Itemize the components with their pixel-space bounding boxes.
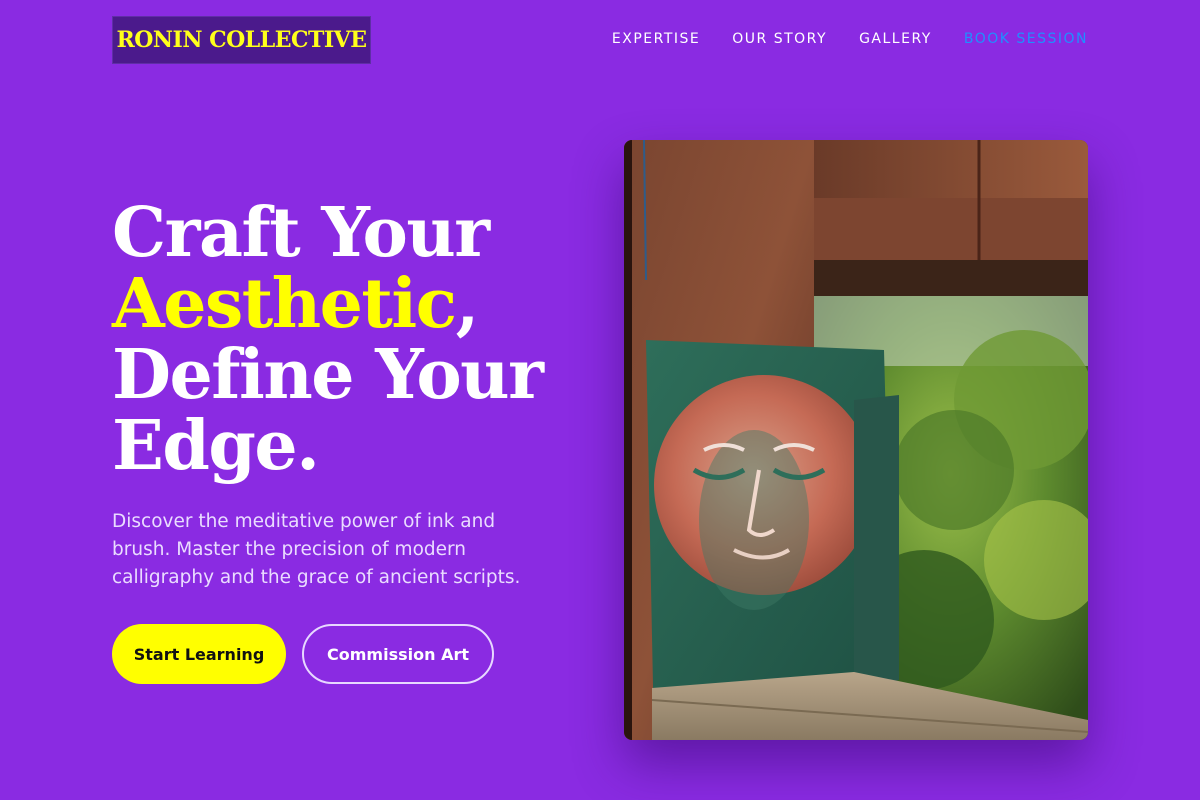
- headline-line-4: Edge.: [112, 406, 320, 486]
- hero-image: [624, 140, 1088, 740]
- headline-line-1: Craft Your: [112, 193, 490, 273]
- nav-book-session[interactable]: BOOK SESSION: [964, 31, 1088, 47]
- headline-line-3: Define Your: [112, 335, 544, 415]
- nav-expertise[interactable]: EXPERTISE: [612, 31, 700, 47]
- headline-comma: ,: [455, 264, 480, 344]
- headline-highlight: Aesthetic: [112, 264, 457, 344]
- commission-art-button[interactable]: Commission Art: [302, 624, 494, 684]
- hero-subtitle: Discover the meditative power of ink and…: [112, 511, 521, 588]
- hero-headline: Craft Your Aesthetic, Define Your Edge.: [112, 198, 592, 482]
- main-nav: EXPERTISE OUR STORY GALLERY BOOK SESSION: [612, 31, 1088, 47]
- brand-logo[interactable]: RONIN COLLECTIVE: [112, 16, 371, 64]
- start-learning-button[interactable]: Start Learning: [112, 624, 286, 684]
- nav-gallery[interactable]: GALLERY: [859, 31, 932, 47]
- nav-our-story[interactable]: OUR STORY: [732, 31, 827, 47]
